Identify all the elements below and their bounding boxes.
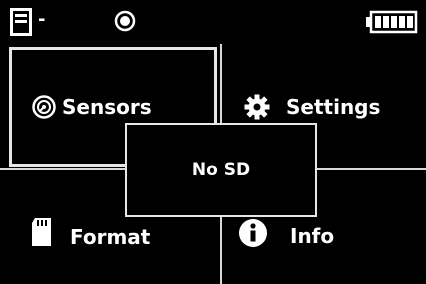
info-icon bbox=[239, 219, 267, 247]
menu-tile-info-label: Info bbox=[290, 224, 335, 248]
sensor-dial-icon bbox=[32, 95, 56, 119]
menu-tile-format-label: Format bbox=[70, 225, 151, 249]
status-bar: - bbox=[0, 0, 426, 44]
sd-card-icon bbox=[10, 8, 32, 36]
record-icon bbox=[114, 10, 136, 32]
sd-card-icon bbox=[32, 218, 51, 246]
no-sd-popup: No SD bbox=[125, 123, 317, 217]
menu-tile-sensors-label: Sensors bbox=[62, 95, 152, 119]
popup-message: No SD bbox=[191, 160, 251, 180]
battery-icon bbox=[366, 10, 418, 34]
menu-tile-settings-label: Settings bbox=[286, 95, 381, 119]
sd-status-text: - bbox=[38, 9, 46, 30]
gear-icon bbox=[244, 94, 270, 120]
